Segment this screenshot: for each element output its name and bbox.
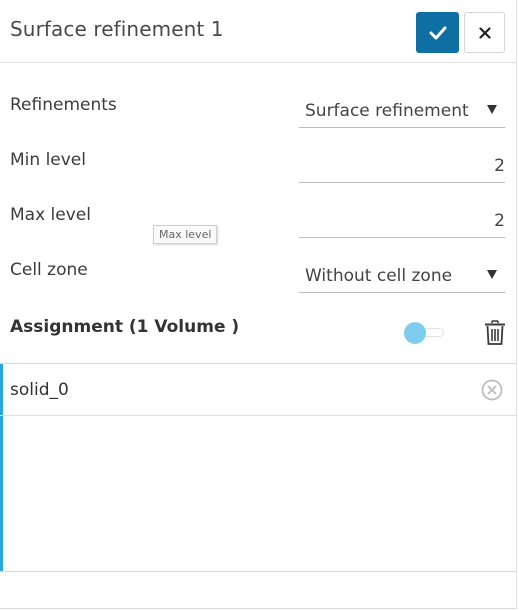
max-level-input[interactable]: 2 (299, 204, 505, 238)
max-level-tooltip: Max level (153, 225, 218, 244)
max-level-label: Max level (10, 205, 91, 225)
delete-assignment-button[interactable] (484, 320, 506, 346)
panel-title: Surface refinement 1 (10, 17, 224, 41)
min-level-input[interactable]: 2 (299, 149, 505, 183)
toggle-knob (404, 322, 426, 344)
close-icon (478, 26, 491, 39)
list-item[interactable]: solid_0 (0, 364, 517, 416)
max-level-value: 2 (494, 211, 505, 231)
cell-zone-select[interactable]: Without cell zone (299, 259, 505, 293)
caret-down-icon (487, 105, 497, 114)
trash-icon (485, 320, 505, 345)
refinements-value: Surface refinement (305, 101, 469, 121)
surface-refinement-panel: Surface refinement 1 Refinements Surface… (0, 0, 517, 609)
min-level-label: Min level (10, 150, 86, 170)
assignment-list[interactable]: solid_0 (0, 363, 517, 572)
list-item-label: solid_0 (10, 380, 69, 400)
assignment-title: Assignment (1 Volume ) (10, 317, 240, 337)
min-level-value: 2 (494, 156, 505, 176)
close-button[interactable] (464, 12, 505, 53)
assignment-toggle[interactable] (404, 322, 446, 344)
caret-down-icon (487, 270, 497, 279)
cell-zone-label: Cell zone (10, 260, 88, 280)
remove-circle-icon[interactable] (481, 379, 503, 401)
cell-zone-value: Without cell zone (305, 266, 453, 286)
panel-header: Surface refinement 1 (0, 0, 517, 63)
confirm-button[interactable] (416, 12, 459, 53)
refinements-select[interactable]: Surface refinement (299, 94, 505, 128)
check-icon (429, 26, 446, 39)
refinements-label: Refinements (10, 95, 117, 115)
